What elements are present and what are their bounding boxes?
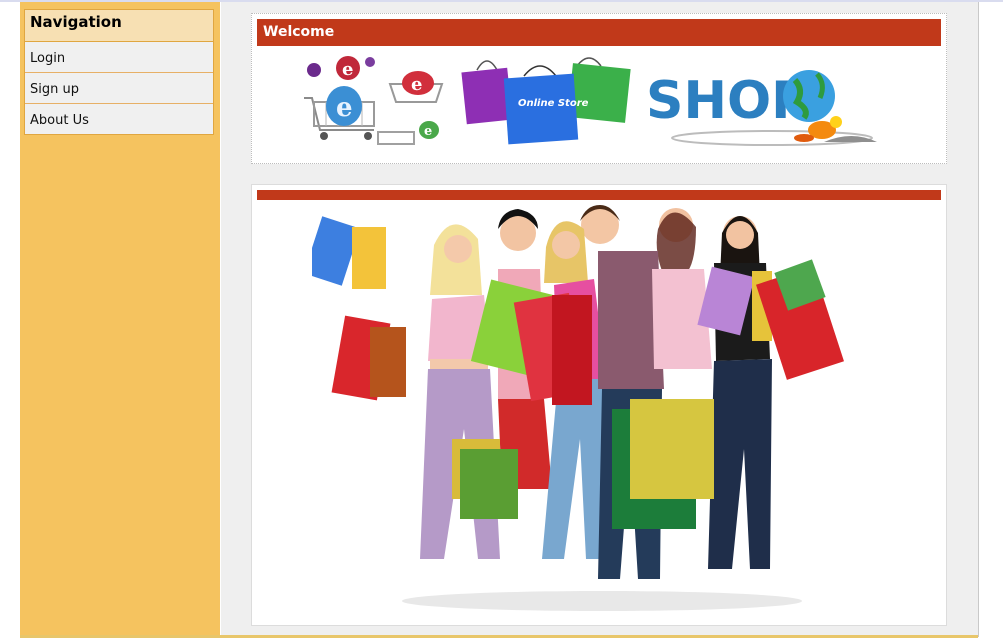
shoppers-photo bbox=[312, 205, 844, 611]
sidebar: Navigation Login Sign up About Us bbox=[20, 2, 220, 637]
shopping-bags-icon: Online Store bbox=[461, 57, 631, 145]
svg-text:e: e bbox=[342, 59, 353, 80]
bag-label: Online Store bbox=[518, 98, 589, 109]
nav-about-us-link[interactable]: About Us bbox=[25, 104, 213, 134]
right-border bbox=[978, 2, 979, 637]
welcome-panel: Welcome e e e e Online Store SHOP bbox=[251, 13, 947, 164]
shop-logo: SHOP bbox=[646, 70, 877, 146]
shop-banner-image: e e e e Online Store SHOP bbox=[304, 56, 877, 146]
bottom-rule bbox=[20, 635, 978, 638]
main-content: Welcome e e e e Online Store SHOP bbox=[221, 2, 978, 635]
navigation-menu: Navigation Login Sign up About Us bbox=[24, 9, 214, 135]
nav-login-link[interactable]: Login bbox=[25, 42, 213, 73]
svg-text:e: e bbox=[424, 124, 432, 139]
shopping-cart-icon: e e e e bbox=[304, 56, 444, 145]
navigation-heading: Navigation bbox=[25, 10, 213, 42]
nav-signup-link[interactable]: Sign up bbox=[25, 73, 213, 104]
welcome-title: Welcome bbox=[257, 19, 941, 46]
shopping-panel bbox=[251, 184, 947, 626]
svg-text:e: e bbox=[336, 93, 353, 123]
svg-text:e: e bbox=[411, 74, 422, 95]
